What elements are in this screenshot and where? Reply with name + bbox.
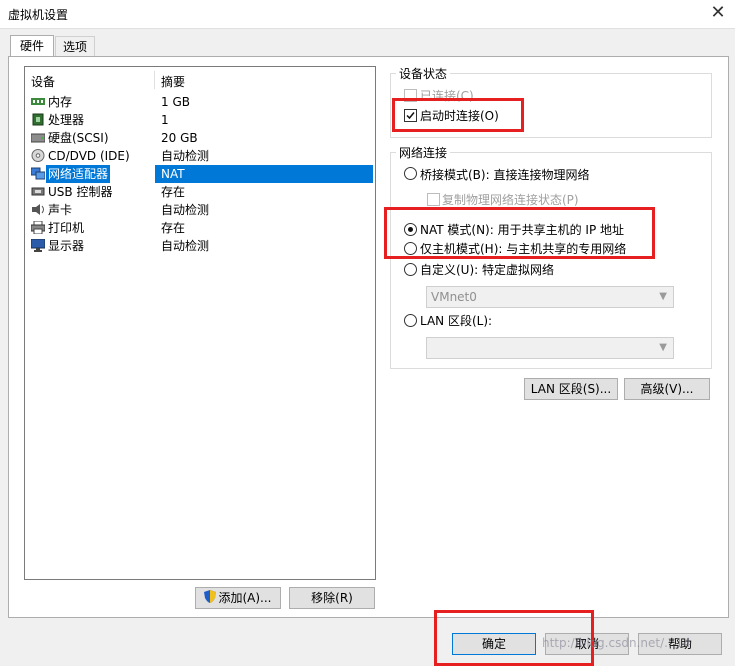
device-summary: NAT	[155, 165, 373, 183]
device-name: 处理器	[48, 113, 85, 127]
tab-options[interactable]: 选项	[55, 36, 95, 56]
shield-icon	[204, 589, 217, 609]
device-name: 显示器	[48, 239, 85, 253]
device-row-usb-controller[interactable]: USB 控制器 存在	[25, 183, 373, 201]
device-summary: 存在	[161, 221, 186, 235]
custom-network-select[interactable]: VMnet0 ▼	[426, 286, 674, 308]
bridged-label: 桥接模式(B): 直接连接物理网络	[420, 168, 590, 182]
column-header-summary[interactable]: 摘要	[161, 72, 185, 92]
lan-segments-button[interactable]: LAN 区段(S)...	[524, 378, 618, 400]
printer-icon	[30, 220, 46, 235]
device-row-hard-disk[interactable]: 硬盘(SCSI) 20 GB	[25, 129, 373, 147]
window-title: 虚拟机设置	[8, 8, 69, 22]
device-name: USB 控制器	[48, 185, 113, 199]
device-name: 内存	[48, 95, 73, 109]
lan-segment-value	[427, 341, 431, 355]
lan-segment-label: LAN 区段(L):	[420, 314, 493, 328]
device-row-processor[interactable]: 处理器 1	[25, 111, 373, 129]
add-button-label: 添加(A)...	[218, 591, 272, 605]
device-summary: 自动检测	[161, 203, 210, 217]
tab-hardware[interactable]: 硬件	[10, 35, 54, 56]
replicate-state-label: 复制物理网络连接状态(P)	[442, 193, 579, 207]
highlight-box-nat	[384, 207, 655, 259]
device-summary: 1	[161, 113, 169, 127]
device-list[interactable]: 设备 摘要 内存 1 GB 处理器 1 硬盘(SCSI) 20 GB CD/DV…	[24, 66, 376, 580]
highlight-box-power-on	[392, 98, 524, 132]
device-name: 网络适配器	[46, 165, 111, 183]
network-adapter-icon	[30, 167, 46, 180]
add-button[interactable]: 添加(A)...	[195, 587, 281, 609]
hard-disk-icon	[30, 131, 46, 144]
device-name: CD/DVD (IDE)	[48, 149, 130, 163]
column-divider	[154, 71, 155, 89]
lan-segment-radio[interactable]	[404, 314, 417, 327]
lan-segment-select[interactable]: ▼	[426, 337, 674, 359]
device-row-memory[interactable]: 内存 1 GB	[25, 93, 373, 111]
processor-icon	[31, 113, 45, 126]
chevron-down-icon: ▼	[659, 291, 667, 302]
device-summary: 自动检测	[161, 149, 210, 163]
sound-card-icon	[31, 203, 45, 216]
column-header-device[interactable]: 设备	[31, 72, 55, 92]
device-summary: 1 GB	[161, 95, 190, 109]
custom-label: 自定义(U): 特定虚拟网络	[420, 263, 555, 277]
title-bar: 虚拟机设置 ✕	[0, 0, 735, 28]
display-icon	[30, 238, 46, 252]
device-summary: 20 GB	[161, 131, 198, 145]
memory-icon	[31, 95, 45, 108]
device-row-network-adapter[interactable]: 网络适配器 NAT	[25, 165, 373, 183]
custom-radio[interactable]	[404, 263, 417, 276]
device-row-cd-dvd[interactable]: CD/DVD (IDE) 自动检测	[25, 147, 373, 165]
usb-icon	[31, 185, 45, 198]
device-row-sound-card[interactable]: 声卡 自动检测	[25, 201, 373, 219]
device-name: 打印机	[48, 221, 85, 235]
network-connection-label: 网络连接	[396, 146, 451, 160]
bridged-radio[interactable]	[404, 167, 417, 180]
device-name: 硬盘(SCSI)	[48, 131, 109, 145]
remove-button[interactable]: 移除(R)	[289, 587, 375, 609]
advanced-button[interactable]: 高级(V)...	[624, 378, 710, 400]
device-name: 声卡	[48, 203, 73, 217]
device-summary: 自动检测	[161, 239, 210, 253]
custom-network-value: VMnet0	[431, 290, 477, 304]
device-row-printer[interactable]: 打印机 存在	[25, 219, 373, 237]
device-summary: 存在	[161, 185, 186, 199]
chevron-down-icon: ▼	[659, 342, 667, 353]
watermark: http://blog.csdn.net/...14	[542, 636, 691, 650]
replicate-state-checkbox[interactable]	[427, 193, 440, 206]
cd-dvd-icon	[31, 149, 45, 162]
device-row-display[interactable]: 显示器 自动检测	[25, 237, 373, 255]
close-icon[interactable]: ✕	[706, 2, 730, 24]
device-status-label: 设备状态	[396, 67, 451, 81]
